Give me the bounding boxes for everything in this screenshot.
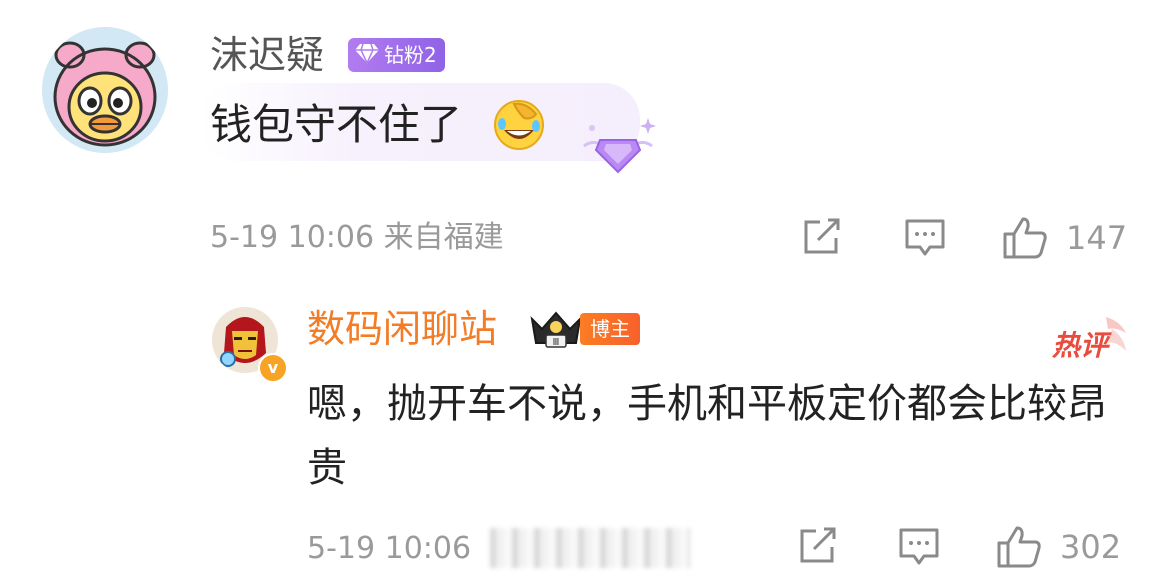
hot-comment-tag: 热评 [1046,313,1132,371]
verified-badge: v [258,353,288,383]
like-button[interactable]: 147 [1002,214,1127,262]
facepalm-laugh-emoji [492,98,546,156]
blogger-badge: 博主 [580,313,640,345]
fan-level-badge[interactable]: 钻粉2 [348,38,445,72]
blurred-location-text [490,528,690,568]
reply-meta: 5-19 10:06 [307,531,472,566]
reply-text: 嗯，抛开车不说，手机和平板定价都会比较昂贵 [307,381,1107,491]
like-button[interactable]: 302 [996,523,1121,571]
avatar-image [42,27,168,153]
username[interactable]: 沫迟疑 [210,31,324,79]
like-count: 302 [1060,528,1122,566]
like-count: 147 [1066,219,1128,257]
share-button[interactable] [802,218,842,256]
user-avatar[interactable] [42,27,168,153]
diamond-decoration-icon [578,110,658,182]
hot-tag-label: 热评 [1051,329,1112,362]
diamond-icon [354,42,380,68]
comment-icon [905,219,945,256]
share-icon [800,527,836,563]
fan-badge-label: 钻粉2 [384,43,437,67]
crown-level-badge[interactable]: Ⅲ [528,307,584,353]
reply-button[interactable] [898,527,940,567]
thumbs-up-icon [997,526,1041,568]
crown-level-text: Ⅲ [553,337,560,348]
comment-text: 钱包守不住了 [210,100,463,149]
comment-meta: 5-19 10:06 来自福建 [210,220,504,255]
share-button[interactable] [798,527,838,565]
reply-button[interactable] [904,218,946,258]
thumbs-up-icon [1003,217,1047,259]
comment-icon [899,528,939,565]
share-icon [804,218,840,254]
blogger-username[interactable]: 数码闲聊站 [307,305,497,353]
